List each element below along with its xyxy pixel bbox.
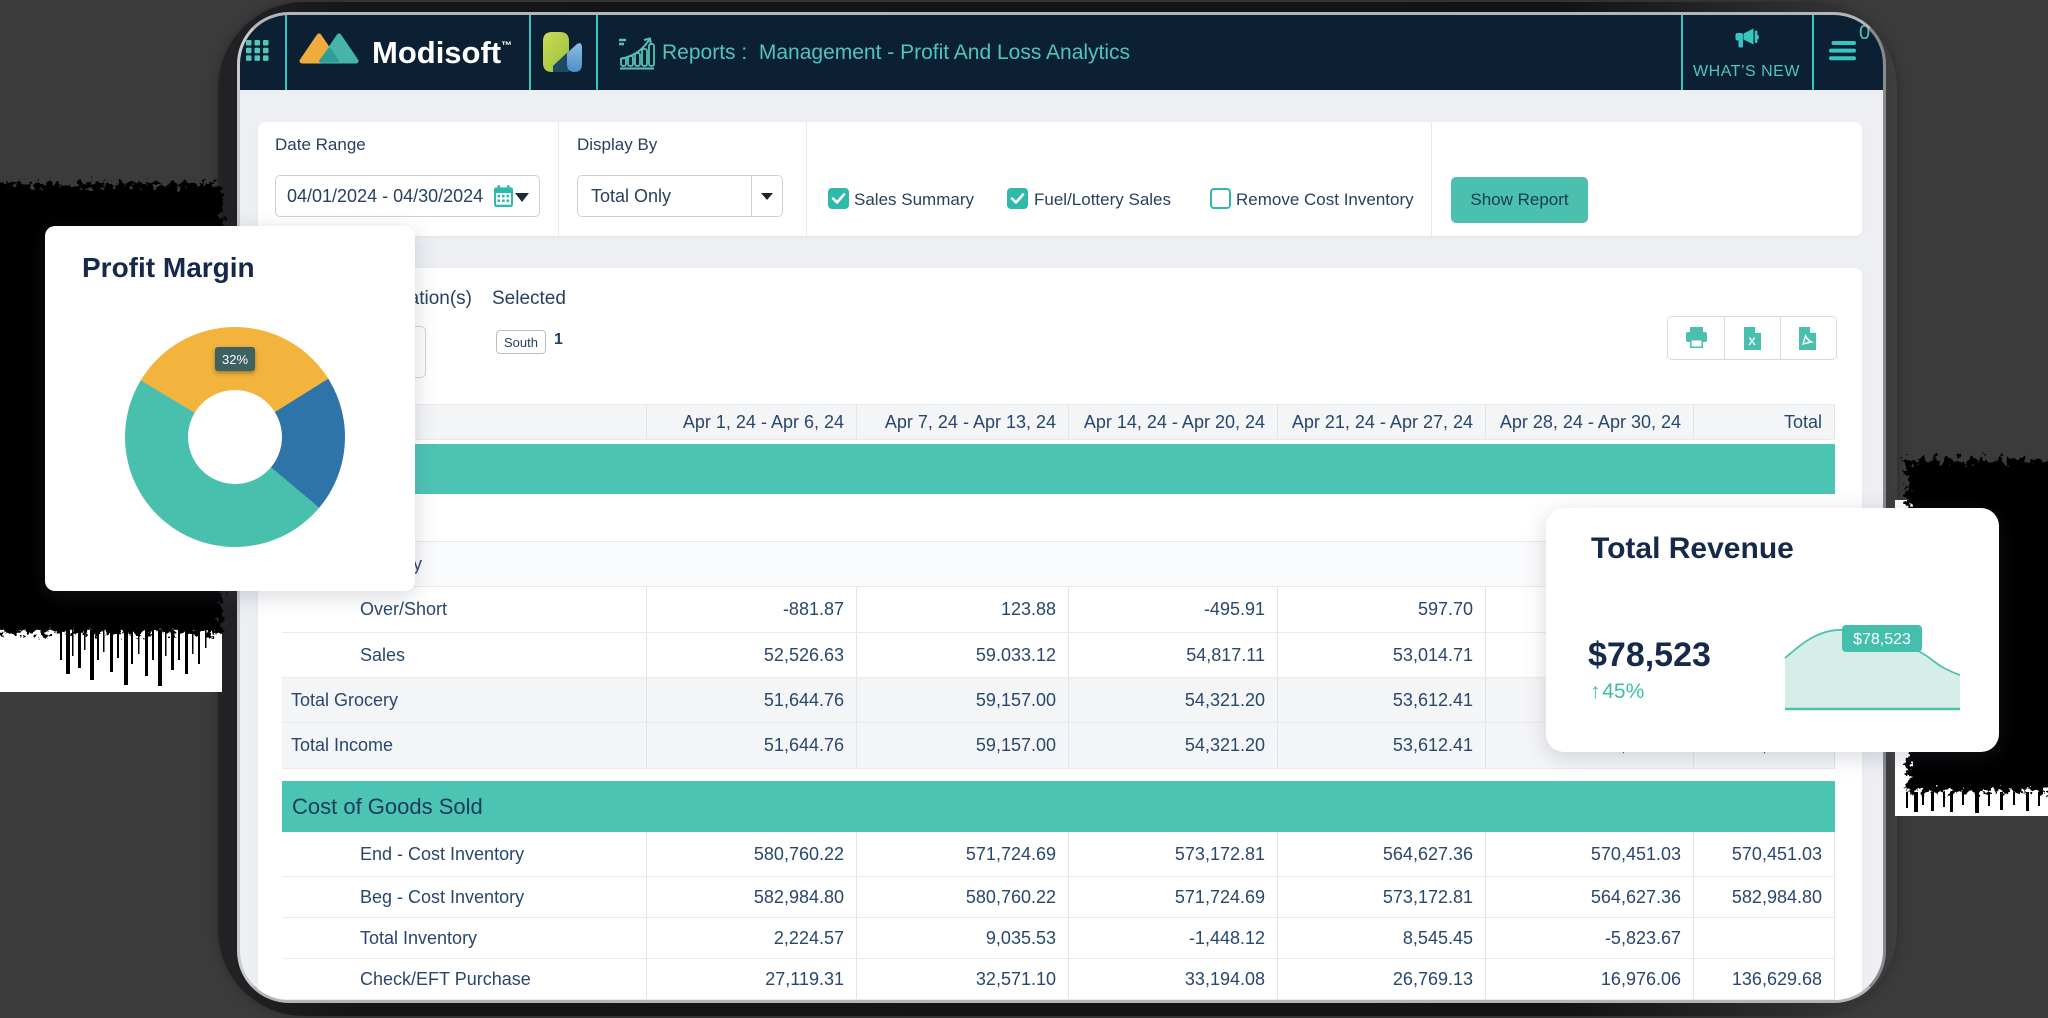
svg-text:X: X — [1748, 336, 1756, 348]
svg-text:$78,523: $78,523 — [1853, 631, 1911, 648]
